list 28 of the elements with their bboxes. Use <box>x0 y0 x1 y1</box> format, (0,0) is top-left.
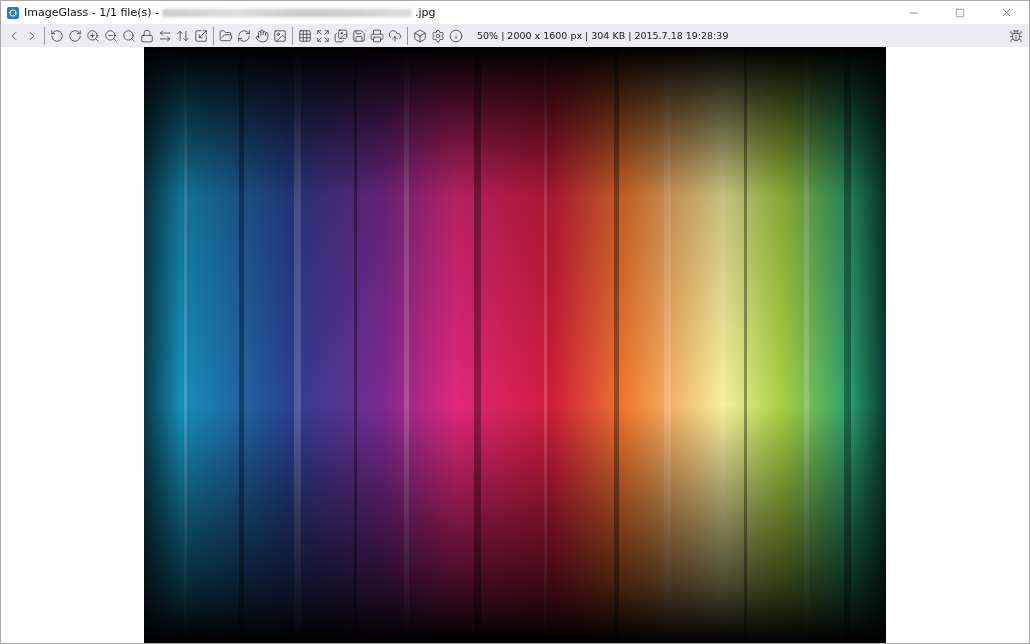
fullscreen-icon <box>316 28 330 43</box>
bug-icon <box>1009 28 1023 43</box>
rotate-left-icon <box>50 28 64 43</box>
hand-icon <box>255 28 269 43</box>
refresh-icon <box>237 28 251 43</box>
thumbnails-icon <box>298 28 312 43</box>
print-icon <box>370 28 384 43</box>
box-icon <box>413 28 427 43</box>
fit-height-icon <box>176 28 190 43</box>
scale-icon <box>194 28 208 43</box>
save-icon <box>352 28 366 43</box>
zoom-in-icon <box>86 28 100 43</box>
fit-width-icon <box>158 28 172 43</box>
maximize-icon <box>955 7 965 18</box>
open-folder-icon <box>219 28 233 43</box>
image-info: 50% | 2000 x 1600 px | 304 KB | 2015.7.18 19:28:39 <box>477 30 729 41</box>
lock-icon <box>140 28 154 43</box>
zoom-out-icon <box>104 28 118 43</box>
window-title: ImageGlass - 1/1 file(s) - <box>24 6 159 19</box>
rotate-right-icon <box>68 28 82 43</box>
slideshow-icon <box>334 28 348 43</box>
app-icon <box>7 6 19 19</box>
file-extension: .jpg <box>414 6 436 19</box>
settings-icon <box>431 28 445 43</box>
image-icon <box>273 28 287 43</box>
info-icon <box>449 28 463 43</box>
search-icon <box>122 28 136 43</box>
upload-icon <box>388 28 402 43</box>
